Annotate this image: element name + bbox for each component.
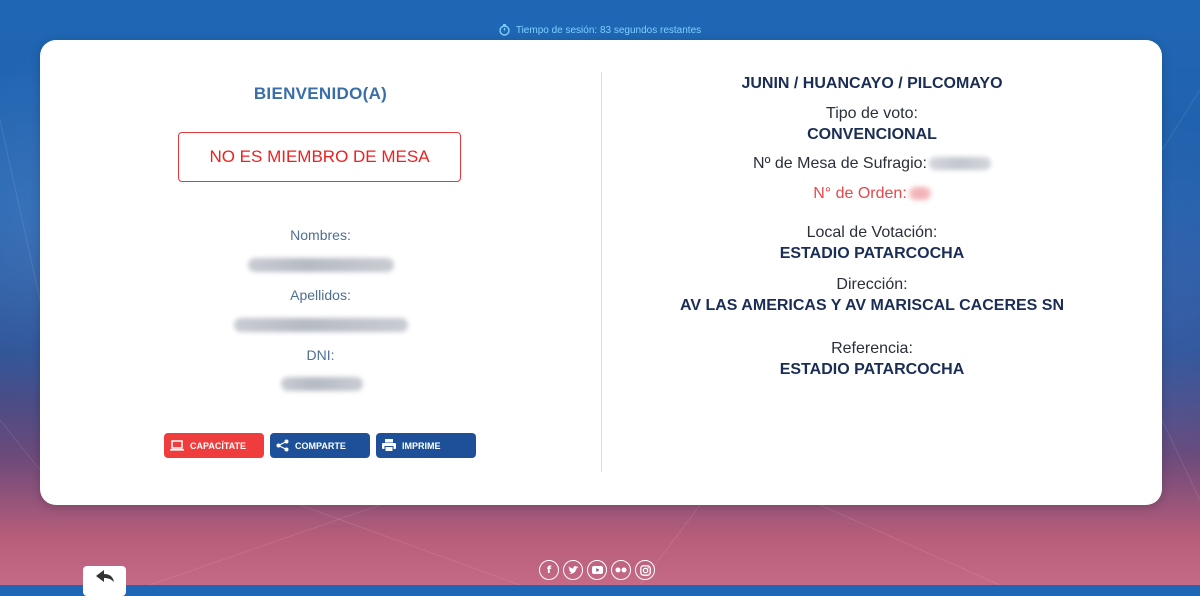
instagram-icon[interactable]: [635, 560, 655, 580]
direccion-label: Dirección:: [836, 276, 908, 293]
apellidos-label: Apellidos:: [290, 287, 351, 303]
printer-icon: [382, 439, 396, 452]
imprime-button[interactable]: IMPRIME: [376, 433, 476, 458]
laptop-icon: [170, 440, 184, 451]
dni-value-redacted: [281, 377, 363, 391]
timer-icon: [499, 24, 510, 36]
youtube-icon[interactable]: [587, 560, 607, 580]
comparte-button[interactable]: COMPARTE: [270, 433, 370, 458]
back-button[interactable]: [83, 566, 126, 596]
facebook-icon[interactable]: f: [539, 560, 559, 580]
mesa-row: Nº de Mesa de Sufragio:: [602, 155, 1142, 173]
voter-info-card: BIENVENIDO(A) NO ES MIEMBRO DE MESA Nomb…: [40, 40, 1162, 505]
mesa-value-redacted: [928, 157, 991, 171]
local-value: ESTADIO PATARCOCHA: [779, 245, 965, 262]
back-arrow-icon: [95, 570, 114, 582]
tipo-voto-value: CONVENCIONAL: [807, 126, 937, 143]
dni-label: DNI:: [306, 347, 335, 363]
imprime-label: IMPRIME: [402, 440, 441, 451]
member-status-box: NO ES MIEMBRO DE MESA: [178, 132, 461, 182]
member-status-text: NO ES MIEMBRO DE MESA: [209, 147, 430, 166]
nombres-value-redacted: [248, 258, 394, 272]
share-icon: [276, 439, 289, 452]
comparte-label: COMPARTE: [295, 440, 346, 451]
direccion-value: AV LAS AMERICAS Y AV MARISCAL CACERES SN: [679, 297, 1065, 314]
session-timer: Tiempo de sesión: 83 segundos restantes: [0, 24, 1200, 36]
social-links: f: [539, 560, 655, 580]
orden-row: N° de Orden:: [602, 185, 1142, 203]
local-label: Local de Votación:: [806, 224, 938, 241]
referencia-value: ESTADIO PATARCOCHA: [779, 361, 965, 378]
mesa-label: Nº de Mesa de Sufragio:: [753, 155, 927, 172]
nombres-label: Nombres:: [290, 227, 351, 243]
capacitate-label: CAPACÍTATE: [190, 440, 246, 451]
twitter-icon[interactable]: [563, 560, 583, 580]
session-text: Tiempo de sesión: 83 segundos restantes: [515, 24, 702, 36]
tipo-voto-label: Tipo de voto:: [826, 105, 918, 122]
personal-info-panel: BIENVENIDO(A) NO ES MIEMBRO DE MESA Nomb…: [40, 40, 601, 505]
flickr-icon[interactable]: [611, 560, 631, 580]
location-path: JUNIN / HUANCAYO / PILCOMAYO: [741, 75, 1003, 92]
orden-label: N° de Orden:: [813, 185, 907, 202]
referencia-label: Referencia:: [831, 340, 913, 357]
welcome-heading: BIENVENIDO(A): [253, 84, 388, 103]
apellidos-value-redacted: [234, 318, 408, 332]
voting-info-panel: JUNIN / HUANCAYO / PILCOMAYO Tipo de vot…: [602, 40, 1162, 505]
orden-value-redacted: [908, 187, 931, 201]
capacitate-button[interactable]: CAPACÍTATE: [164, 433, 264, 458]
